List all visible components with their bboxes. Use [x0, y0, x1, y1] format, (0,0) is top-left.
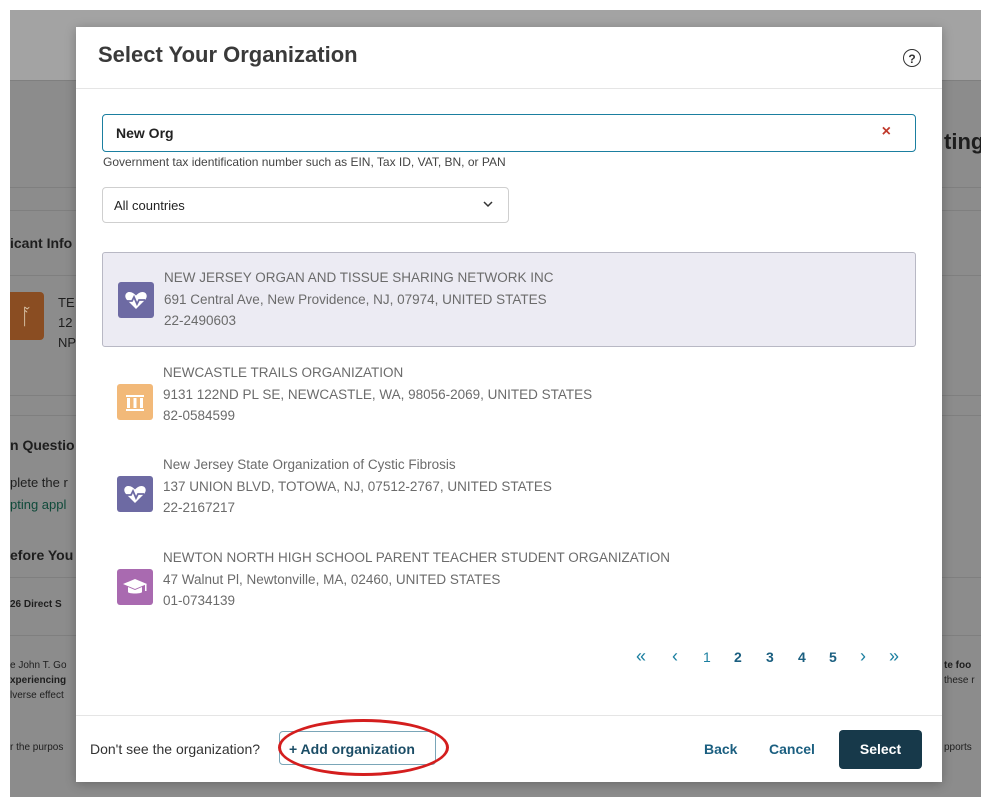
first-page-button[interactable]: « [636, 646, 646, 667]
bg-text: NP [58, 335, 76, 350]
page-3-button[interactable]: 3 [766, 649, 774, 665]
back-button[interactable]: Back [704, 741, 737, 757]
organization-address: 691 Central Ave, New Providence, NJ, 079… [164, 291, 547, 307]
select-organization-dialog: Select Your Organization ? New Org × Gov… [76, 27, 942, 782]
bg-text: pting appl [10, 497, 67, 512]
graduation-cap-icon [117, 569, 153, 605]
organization-details: NEWTON NORTH HIGH SCHOOL PARENT TEACHER … [163, 547, 670, 612]
bg-text: r the purpos [10, 742, 64, 753]
prev-page-button[interactable]: ‹ [672, 646, 678, 667]
bg-org-logo: ᚪ [10, 292, 44, 340]
organization-ein: 22-2490603 [164, 313, 237, 328]
missing-organization-prompt: Don't see the organization? [90, 741, 261, 757]
page-2-button[interactable]: 2 [734, 649, 742, 665]
organization-result-item[interactable]: New Jersey State Organization of Cystic … [102, 454, 916, 534]
bg-text: e John T. Go [10, 660, 67, 671]
bg-text: pports [944, 742, 972, 753]
bg-text: lverse effect [10, 690, 64, 701]
heart-pulse-icon [117, 476, 153, 512]
columns-icon [117, 384, 153, 420]
next-page-button[interactable]: › [860, 646, 866, 667]
heart-pulse-icon [118, 282, 154, 318]
add-organization-button[interactable]: + Add organization [279, 731, 436, 765]
organization-result-item[interactable]: NEWCASTLE TRAILS ORGANIZATION 9131 122ND… [102, 362, 916, 442]
add-organization-label: + Add organization [289, 741, 415, 757]
organization-name: NEWCASTLE TRAILS ORGANIZATION [163, 365, 404, 380]
organization-details: New Jersey State Organization of Cystic … [163, 454, 552, 519]
organization-search-input[interactable]: New Org × [102, 114, 916, 152]
chevron-down-icon [483, 201, 493, 208]
country-select[interactable]: All countries [102, 187, 509, 223]
organization-address: 47 Walnut Pl, Newtonville, MA, 02460, UN… [163, 571, 501, 587]
clear-icon[interactable]: × [882, 123, 891, 141]
organization-name: NEWTON NORTH HIGH SCHOOL PARENT TEACHER … [163, 550, 671, 565]
dialog-footer: Don't see the organization? + Add organi… [76, 715, 942, 783]
bg-text: plete the r [10, 475, 68, 490]
bg-text: ting [944, 129, 981, 154]
search-hint: Government tax identification number suc… [103, 155, 506, 169]
organization-name: New Jersey State Organization of Cystic … [163, 457, 456, 472]
country-select-value: All countries [114, 198, 185, 213]
help-icon[interactable]: ? [903, 49, 921, 67]
organization-address: 9131 122ND PL SE, NEWCASTLE, WA, 98056-2… [163, 386, 593, 402]
search-value: New Org [116, 125, 174, 141]
bg-text: 12 [58, 315, 73, 330]
bg-text: TE [58, 295, 75, 310]
bg-text: te foo [944, 660, 972, 671]
last-page-button[interactable]: » [889, 646, 899, 667]
dialog-header: Select Your Organization ? [76, 27, 942, 89]
select-button[interactable]: Select [839, 730, 922, 769]
bg-text: these r [944, 675, 975, 686]
cancel-button[interactable]: Cancel [769, 741, 815, 757]
page-1-button[interactable]: 1 [703, 649, 711, 665]
organization-ein: 82-0584599 [163, 408, 236, 423]
organization-details: NEW JERSEY ORGAN AND TISSUE SHARING NETW… [164, 267, 554, 332]
organization-ein: 01-0734139 [163, 593, 236, 608]
page-5-button[interactable]: 5 [829, 649, 837, 665]
organization-name: NEW JERSEY ORGAN AND TISSUE SHARING NETW… [164, 270, 554, 285]
dialog-title: Select Your Organization [98, 42, 358, 67]
page-4-button[interactable]: 4 [798, 649, 806, 665]
organization-result-item[interactable]: NEW JERSEY ORGAN AND TISSUE SHARING NETW… [102, 252, 916, 347]
organization-details: NEWCASTLE TRAILS ORGANIZATION 9131 122ND… [163, 362, 592, 427]
organization-ein: 22-2167217 [163, 500, 236, 515]
bg-text: icant Info [10, 235, 73, 251]
bg-text: 26 Direct S [10, 599, 62, 610]
bg-text: xperiencing [10, 675, 67, 686]
organization-address: 137 UNION BLVD, TOTOWA, NJ, 07512-2767, … [163, 478, 552, 494]
bg-text: efore You [10, 547, 74, 563]
organization-result-item[interactable]: NEWTON NORTH HIGH SCHOOL PARENT TEACHER … [102, 547, 916, 627]
bg-text: n Questio [10, 437, 75, 453]
